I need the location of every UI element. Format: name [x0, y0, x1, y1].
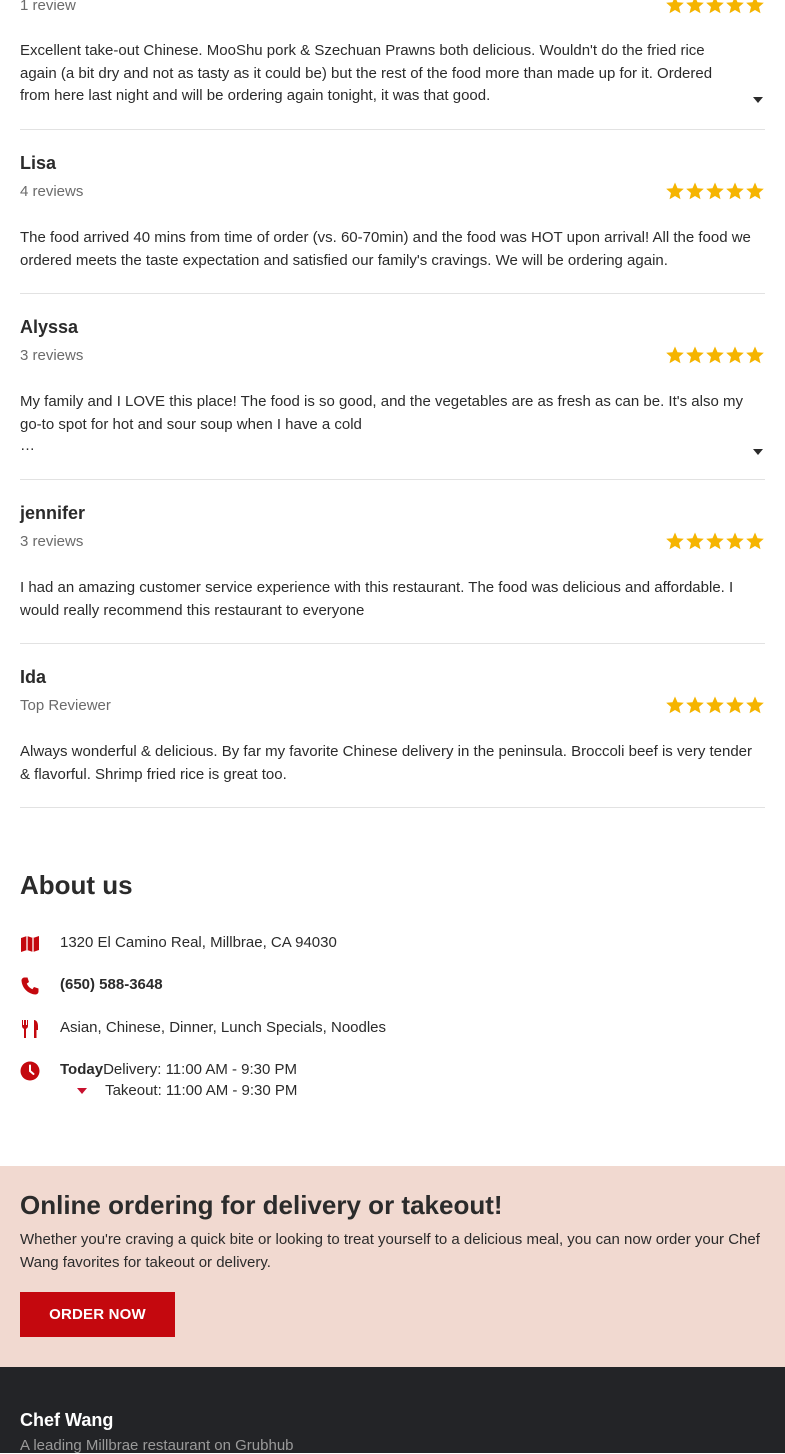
- hours-today-label: Today: [60, 1061, 104, 1078]
- footer-tagline: A leading Millbrae restaurant on Grubhub: [20, 1437, 294, 1454]
- star-rating: [665, 345, 765, 365]
- review-card: Lisa 4 reviews The food arrived 40 mins …: [20, 130, 765, 294]
- reviewer-name: Ida: [20, 667, 47, 687]
- phone-row: (650) 588-3648: [20, 976, 163, 996]
- cuisine-row: Asian, Chinese, Dinner, Lunch Specials, …: [20, 1019, 386, 1039]
- star-icon: [745, 0, 765, 15]
- star-icon: [705, 695, 725, 715]
- review-count: Top Reviewer: [20, 697, 111, 714]
- star-icon: [745, 345, 765, 365]
- star-icon: [725, 695, 745, 715]
- address-text: 1320 El Camino Real, Millbrae, CA 94030: [60, 934, 337, 951]
- review-card: jennifer 3 reviews I had an amazing cust…: [20, 480, 765, 644]
- star-icon: [705, 531, 725, 551]
- star-icon: [705, 0, 725, 15]
- star-icon: [725, 181, 745, 201]
- star-icon: [665, 695, 685, 715]
- delivery-hours: Delivery: 11:00 AM - 9:30 PM: [103, 1061, 298, 1078]
- cuisine-text: Asian, Chinese, Dinner, Lunch Specials, …: [60, 1019, 387, 1036]
- star-icon: [725, 345, 745, 365]
- star-rating: [665, 0, 765, 15]
- star-rating: [665, 695, 765, 715]
- star-icon: [745, 695, 765, 715]
- star-icon: [725, 0, 745, 15]
- review-text: My family and I LOVE this place! The foo…: [20, 393, 743, 433]
- review-card: Ida Top Reviewer Always wonderful & deli…: [20, 644, 765, 808]
- takeout-hours: Takeout: 11:00 AM - 9:30 PM: [105, 1082, 298, 1099]
- review-text: I had an amazing customer service experi…: [20, 579, 734, 619]
- star-icon: [745, 181, 765, 201]
- about-heading: About us: [20, 870, 133, 900]
- footer: Chef Wang A leading Millbrae restaurant …: [0, 1367, 785, 1454]
- star-icon: [745, 531, 765, 551]
- order-now-button[interactable]: ORDER NOW: [20, 1292, 175, 1337]
- utensils-icon: [20, 1019, 40, 1039]
- star-rating: [665, 531, 765, 551]
- review-text: Excellent take-out Chinese. MooShu pork …: [20, 42, 713, 105]
- review-count: 1 review: [20, 0, 76, 14]
- star-icon: [725, 531, 745, 551]
- star-icon: [705, 181, 725, 201]
- star-icon: [685, 181, 705, 201]
- star-rating: [665, 181, 765, 201]
- map-icon: [20, 934, 40, 954]
- hours-row: Today Delivery: 11:00 AM - 9:30 PM Takeo…: [20, 1061, 297, 1099]
- star-icon: [685, 345, 705, 365]
- hours-expand-caret-icon[interactable]: [60, 1082, 103, 1099]
- phone-link[interactable]: (650) 588-3648: [60, 976, 163, 993]
- address-row: 1320 El Camino Real, Millbrae, CA 94030: [20, 934, 337, 954]
- star-icon: [665, 181, 685, 201]
- star-icon: [685, 531, 705, 551]
- review-count: 4 reviews: [20, 183, 84, 200]
- star-icon: [665, 0, 685, 15]
- reviewer-name: jennifer: [20, 503, 86, 523]
- star-icon: [685, 695, 705, 715]
- star-icon: [665, 345, 685, 365]
- review-card: Alyssa 3 reviews My family and I LOVE th…: [20, 294, 765, 480]
- footer-brand: Chef Wang: [20, 1410, 114, 1430]
- promo-heading: Online ordering for delivery or takeout!: [20, 1190, 503, 1220]
- reviewer-name: Lisa: [20, 153, 57, 173]
- star-icon: [705, 345, 725, 365]
- star-icon: [685, 0, 705, 15]
- clock-icon: [20, 1061, 40, 1081]
- phone-icon: [20, 976, 40, 996]
- expand-review-caret-icon[interactable]: [753, 97, 763, 103]
- review-text: Always wonderful & delicious. By far my …: [20, 743, 753, 783]
- review-card: 1 review Excellent take-out Chinese. Moo…: [20, 0, 765, 130]
- hours-table: Today Delivery: 11:00 AM - 9:30 PM Takeo…: [60, 1061, 297, 1099]
- review-count: 3 reviews: [20, 347, 84, 364]
- review-count: 3 reviews: [20, 533, 84, 550]
- expand-review-caret-icon[interactable]: [753, 449, 763, 455]
- promo-text: Whether you're craving a quick bite or l…: [20, 1231, 760, 1271]
- reviewer-name: Alyssa: [20, 317, 79, 337]
- review-truncation: …: [20, 437, 35, 454]
- review-text: The food arrived 40 mins from time of or…: [20, 229, 751, 269]
- star-icon: [665, 531, 685, 551]
